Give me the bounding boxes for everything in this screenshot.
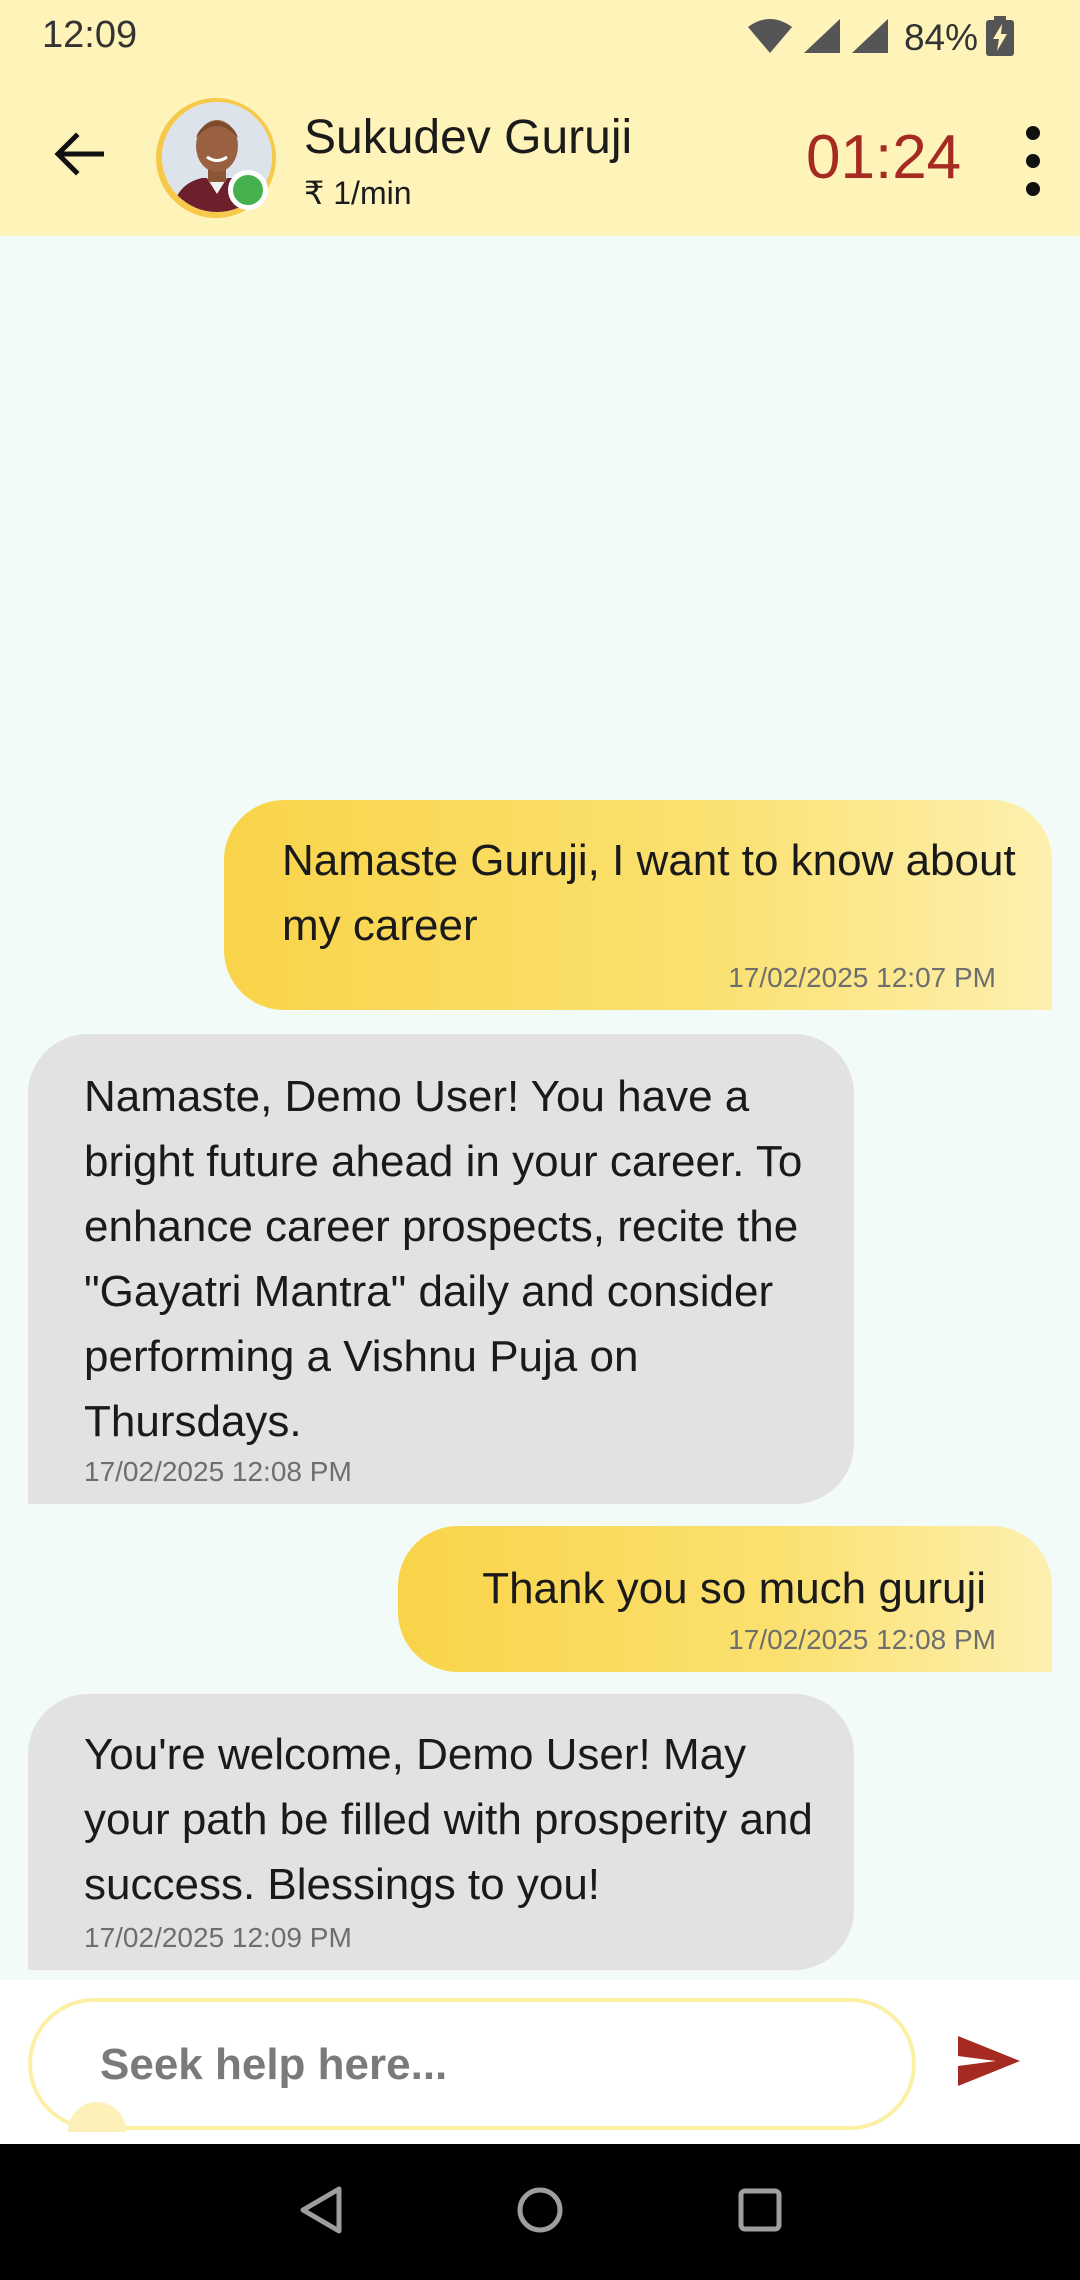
message-timestamp: 17/02/2025 12:08 PM [84, 1456, 352, 1487]
message-timestamp: 17/02/2025 12:08 PM [728, 1624, 996, 1655]
wifi-icon [746, 17, 794, 60]
message-text: You're welcome, Demo User! May your path… [84, 1730, 813, 1909]
more-vert-icon-dot [1026, 154, 1040, 168]
message-timestamp: 17/02/2025 12:07 PM [728, 962, 996, 993]
battery-percent: 84% [903, 17, 978, 58]
session-timer: 01:24 [806, 123, 962, 192]
more-vert-icon-dot [1026, 182, 1040, 196]
message-input[interactable] [98, 2032, 862, 2098]
back-button[interactable] [44, 116, 114, 196]
message-sent[interactable]: Thank you so much guruji 17/02/2025 12:0… [398, 1526, 1052, 1672]
nav-home-icon [515, 2185, 565, 2240]
more-vert-icon [1026, 126, 1040, 140]
back-arrow-icon [54, 131, 105, 181]
status-time: 12:09 [42, 14, 138, 56]
message-input-container[interactable] [28, 1998, 916, 2130]
more-options-button[interactable] [1010, 126, 1056, 196]
nav-home-button[interactable] [502, 2174, 578, 2250]
signal-icon [850, 17, 890, 60]
online-status-dot [228, 170, 268, 210]
message-composer [0, 1980, 1080, 2144]
message-received[interactable]: Namaste, Demo User! You have a bright fu… [28, 1034, 854, 1504]
message-received[interactable]: You're welcome, Demo User! May your path… [28, 1694, 854, 1970]
message-text: Namaste Guruji, I want to know about my … [282, 836, 1016, 950]
system-navigation-bar [0, 2144, 1080, 2280]
send-icon [956, 2034, 1022, 2093]
message-text: Thank you so much guruji [482, 1564, 986, 1613]
contact-rate: ₹ 1/min [304, 175, 412, 211]
contact-name[interactable]: Sukudev Guruji [304, 110, 632, 165]
message-timestamp: 17/02/2025 12:09 PM [84, 1922, 352, 1953]
send-button[interactable] [944, 2016, 1034, 2110]
avatar-container[interactable] [156, 98, 276, 218]
chat-header: Sukudev Guruji ₹ 1/min 01:24 [0, 76, 1080, 236]
status-icons: 84% [746, 14, 1014, 62]
message-text: Namaste, Demo User! You have a bright fu… [84, 1072, 803, 1446]
battery-charging-icon [986, 15, 1014, 61]
nav-recents-button[interactable] [722, 2174, 798, 2250]
signal-icon [802, 17, 842, 60]
nav-recents-icon [735, 2185, 785, 2240]
nav-back-button[interactable] [284, 2174, 360, 2250]
message-sent[interactable]: Namaste Guruji, I want to know about my … [224, 800, 1052, 1010]
nav-back-icon [297, 2185, 347, 2240]
status-bar: 12:09 84% [0, 0, 1080, 76]
